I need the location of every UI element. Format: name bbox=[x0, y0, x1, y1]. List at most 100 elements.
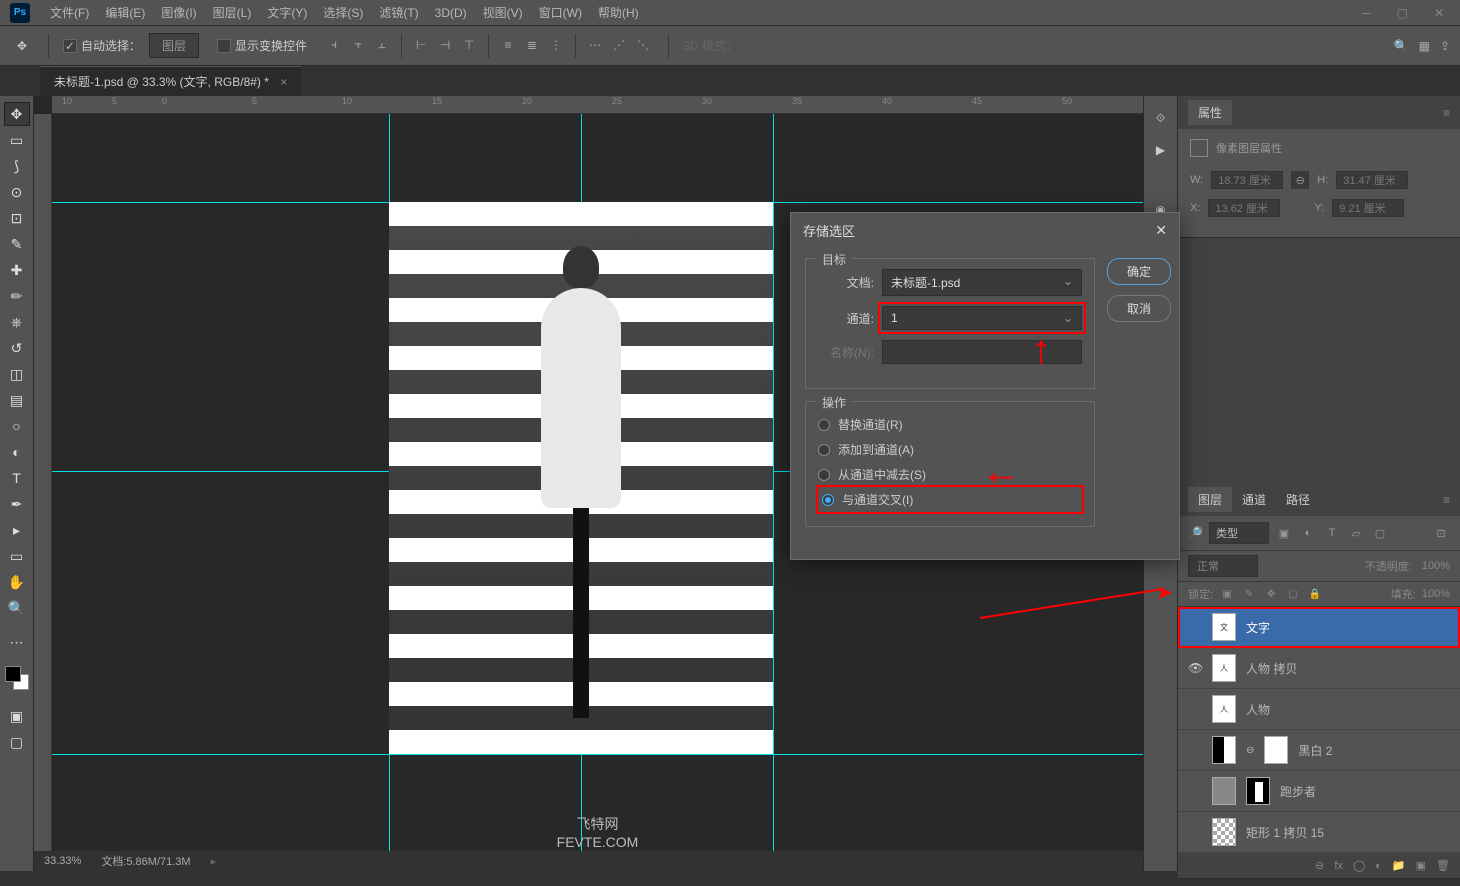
layers-menu-icon[interactable]: ≡ bbox=[1443, 493, 1450, 507]
lasso-tool[interactable]: ⟆ bbox=[4, 154, 30, 178]
dodge-tool[interactable]: ◐ bbox=[4, 440, 30, 464]
ok-button[interactable]: 确定 bbox=[1107, 258, 1171, 285]
menu-3d[interactable]: 3D(D) bbox=[427, 6, 475, 20]
hand-tool[interactable]: ✋ bbox=[4, 570, 30, 594]
menu-image[interactable]: 图像(I) bbox=[153, 4, 204, 21]
doc-select[interactable]: 未标题-1.psd bbox=[882, 269, 1082, 296]
opacity-value[interactable]: 100% bbox=[1422, 560, 1450, 572]
lock-pixels-icon[interactable]: ▣ bbox=[1219, 586, 1235, 602]
panel-menu-icon[interactable]: ≡ bbox=[1443, 106, 1450, 120]
menu-window[interactable]: 窗口(W) bbox=[531, 4, 590, 21]
properties-tab[interactable]: 属性 bbox=[1188, 100, 1232, 125]
layer-row[interactable]: 跑步者 bbox=[1178, 771, 1460, 812]
blend-mode-dropdown[interactable]: 正常 bbox=[1188, 555, 1258, 577]
link-layers-icon[interactable]: ⊖ bbox=[1315, 859, 1324, 872]
visibility-toggle[interactable] bbox=[1188, 743, 1202, 757]
layer-name[interactable]: 黑白 2 bbox=[1298, 742, 1332, 759]
align-bottom-icon[interactable]: ⫠ bbox=[371, 34, 393, 56]
radio-add[interactable]: 添加到通道(A) bbox=[818, 437, 1082, 462]
link-wh-icon[interactable]: ⊖ bbox=[1291, 171, 1309, 189]
adjustment-icon[interactable]: ◐ bbox=[1375, 860, 1382, 872]
layer-thumbnail[interactable] bbox=[1212, 818, 1236, 846]
distribute-4-icon[interactable]: ⋯ bbox=[584, 34, 606, 56]
guide-horizontal[interactable] bbox=[52, 754, 1143, 755]
layer-thumbnail[interactable]: 人 bbox=[1212, 695, 1236, 723]
distribute-5-icon[interactable]: ⋰ bbox=[608, 34, 630, 56]
eraser-tool[interactable]: ◫ bbox=[4, 362, 30, 386]
lock-artboard-icon[interactable]: ▢ bbox=[1285, 586, 1301, 602]
path-select-tool[interactable]: ▸ bbox=[4, 518, 30, 542]
layer-thumbnail[interactable] bbox=[1212, 777, 1236, 805]
auto-select-dropdown[interactable]: 图层 bbox=[149, 33, 199, 58]
gradient-tool[interactable]: ▤ bbox=[4, 388, 30, 412]
menu-type[interactable]: 文字(Y) bbox=[259, 4, 315, 21]
layer-row[interactable]: 文 文字 bbox=[1178, 607, 1460, 648]
layer-mask-thumbnail[interactable] bbox=[1264, 736, 1288, 764]
layer-name[interactable]: 人物 bbox=[1246, 701, 1270, 718]
type-tool[interactable]: T bbox=[4, 466, 30, 490]
menu-filter[interactable]: 滤镜(T) bbox=[371, 4, 426, 21]
mask-icon[interactable]: ◯ bbox=[1353, 859, 1365, 872]
distribute-2-icon[interactable]: ≣ bbox=[521, 34, 543, 56]
layer-name[interactable]: 人物 拷贝 bbox=[1246, 660, 1297, 677]
menu-file[interactable]: 文件(F) bbox=[42, 4, 97, 21]
dialog-close-icon[interactable]: ✕ bbox=[1155, 222, 1167, 239]
fill-value[interactable]: 100% bbox=[1422, 588, 1450, 600]
visibility-toggle[interactable] bbox=[1188, 702, 1202, 716]
layer-name[interactable]: 矩形 1 拷贝 15 bbox=[1246, 824, 1324, 841]
show-transform-check[interactable]: 显示变换控件 bbox=[217, 37, 307, 54]
layer-row[interactable]: 人 人物 bbox=[1178, 689, 1460, 730]
eyedropper-tool[interactable]: ✎ bbox=[4, 232, 30, 256]
radio-intersect[interactable]: 与通道交叉(I) bbox=[818, 487, 1082, 512]
brush-tool[interactable]: ✏ bbox=[4, 284, 30, 308]
filter-smart-icon[interactable]: ▢ bbox=[1371, 524, 1389, 542]
quickmask-tool[interactable]: ▣ bbox=[4, 704, 30, 728]
cancel-button[interactable]: 取消 bbox=[1107, 295, 1171, 322]
zoom-tool[interactable]: 🔍 bbox=[4, 596, 30, 620]
lock-all-icon[interactable]: 🔒 bbox=[1307, 586, 1323, 602]
radio-subtract[interactable]: 从通道中减去(S) bbox=[818, 462, 1082, 487]
distribute-3-icon[interactable]: ⋮ bbox=[545, 34, 567, 56]
lock-pos-icon[interactable]: ✥ bbox=[1263, 586, 1279, 602]
visibility-toggle[interactable] bbox=[1188, 620, 1202, 634]
guide-vertical[interactable] bbox=[773, 114, 774, 851]
distribute-1-icon[interactable]: ≡ bbox=[497, 34, 519, 56]
align-right-icon[interactable]: ⊤ bbox=[458, 34, 480, 56]
layer-row[interactable]: 矩形 1 拷贝 15 bbox=[1178, 812, 1460, 853]
layer-name[interactable]: 跑步者 bbox=[1280, 783, 1316, 800]
filter-toggle-icon[interactable]: ⊡ bbox=[1432, 524, 1450, 542]
filter-pixel-icon[interactable]: ▣ bbox=[1275, 524, 1293, 542]
align-left-icon[interactable]: ⊢ bbox=[410, 34, 432, 56]
visibility-toggle[interactable] bbox=[1188, 825, 1202, 839]
visibility-toggle[interactable] bbox=[1188, 784, 1202, 798]
window-close[interactable]: ✕ bbox=[1428, 6, 1450, 20]
filter-shape-icon[interactable]: ▱ bbox=[1347, 524, 1365, 542]
actions-panel-icon[interactable]: ▶ bbox=[1149, 138, 1173, 162]
new-layer-icon[interactable]: ▣ bbox=[1416, 859, 1426, 872]
menu-view[interactable]: 视图(V) bbox=[475, 4, 531, 21]
window-maximize[interactable]: ▢ bbox=[1391, 6, 1414, 20]
filter-type-dropdown[interactable]: 类型 bbox=[1209, 522, 1269, 544]
channels-tab[interactable]: 通道 bbox=[1232, 487, 1276, 512]
distribute-6-icon[interactable]: ⋱ bbox=[632, 34, 654, 56]
fg-color[interactable] bbox=[5, 666, 21, 682]
delete-layer-icon[interactable]: 🗑 bbox=[1436, 859, 1450, 872]
screenmode-tool[interactable]: ▢ bbox=[4, 730, 30, 754]
prop-y-input[interactable] bbox=[1332, 199, 1404, 217]
filter-adj-icon[interactable]: ◐ bbox=[1299, 524, 1317, 542]
crop-tool[interactable]: ⊡ bbox=[4, 206, 30, 230]
quick-select-tool[interactable]: ⊙ bbox=[4, 180, 30, 204]
radio-replace[interactable]: 替换通道(R) bbox=[818, 412, 1082, 437]
history-brush-tool[interactable]: ↺ bbox=[4, 336, 30, 360]
layer-thumbnail[interactable]: 文 bbox=[1212, 613, 1236, 641]
history-panel-icon[interactable]: ⟐ bbox=[1149, 106, 1173, 130]
prop-h-input[interactable] bbox=[1336, 171, 1408, 189]
document-tab[interactable]: 未标题-1.psd @ 33.3% (文字, RGB/8#) * × bbox=[40, 66, 301, 96]
group-icon[interactable]: 📁 bbox=[1392, 859, 1406, 872]
layer-row[interactable]: 👁 人 人物 拷贝 bbox=[1178, 648, 1460, 689]
name-input[interactable] bbox=[882, 340, 1082, 364]
align-top-icon[interactable]: ⫞ bbox=[323, 34, 345, 56]
paths-tab[interactable]: 路径 bbox=[1276, 487, 1320, 512]
share-icon[interactable]: ⇪ bbox=[1440, 39, 1450, 53]
layers-tab[interactable]: 图层 bbox=[1188, 487, 1232, 512]
